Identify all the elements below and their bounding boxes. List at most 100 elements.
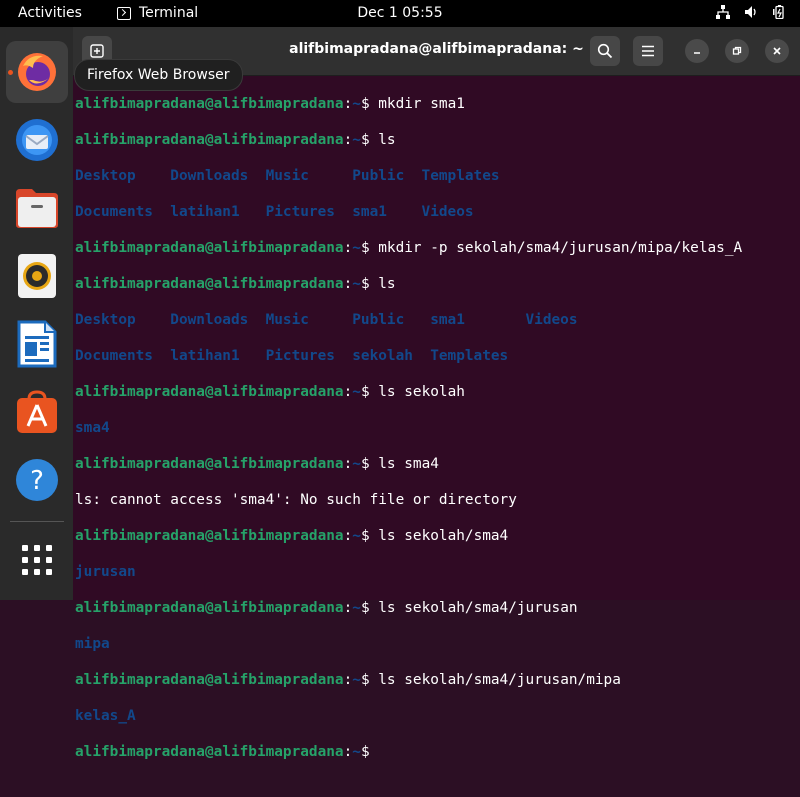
ls-output-row: sma4	[75, 420, 110, 436]
prompt-path: ~	[352, 528, 361, 544]
prompt-path: ~	[352, 96, 361, 112]
dock: ?	[0, 27, 73, 600]
prompt-symbol: $	[360, 744, 379, 760]
prompt-path: ~	[352, 384, 361, 400]
dock-writer[interactable]	[6, 313, 68, 375]
prompt-user: alifbimapradana@alifbimapradana	[75, 600, 344, 616]
prompt-sep: :	[343, 744, 353, 760]
minimize-button[interactable]	[685, 39, 709, 63]
prompt-user: alifbimapradana@alifbimapradana	[75, 744, 344, 760]
dock-thunderbird[interactable]	[6, 109, 68, 171]
restore-icon	[732, 46, 742, 55]
search-button[interactable]	[590, 36, 620, 66]
activities-button[interactable]: Activities	[18, 5, 82, 21]
menu-button[interactable]	[633, 36, 663, 66]
command-text: ls sma4	[378, 456, 439, 472]
prompt-sep: :	[343, 96, 353, 112]
new-tab-icon	[90, 44, 104, 58]
prompt-sep: :	[343, 240, 353, 256]
prompt-user: alifbimapradana@alifbimapradana	[75, 240, 344, 256]
prompt-sep: :	[343, 132, 353, 148]
prompt-sep: :	[343, 456, 353, 472]
dock-tooltip: Firefox Web Browser	[74, 59, 243, 91]
firefox-icon	[18, 53, 56, 91]
close-icon	[773, 47, 781, 55]
prompt-symbol: $	[360, 276, 379, 292]
command-text: mkdir -p sekolah/sma4/jurusan/mipa/kelas…	[378, 240, 743, 256]
writer-icon	[17, 320, 57, 368]
prompt-user: alifbimapradana@alifbimapradana	[75, 672, 344, 688]
command-text: mkdir sma1	[378, 96, 465, 112]
prompt-line: alifbimapradana@alifbimapradana:~$	[75, 743, 800, 761]
ls-output-row: Documents latihan1 Pictures sma1 Videos	[75, 204, 474, 220]
prompt-symbol: $	[360, 96, 379, 112]
prompt-user: alifbimapradana@alifbimapradana	[75, 456, 344, 472]
terminal-output[interactable]: alifbimapradana@alifbimapradana:~$ mkdir…	[75, 75, 800, 760]
command-text: ls sekolah	[378, 384, 465, 400]
command-text: ls	[378, 132, 396, 148]
prompt-sep: :	[343, 528, 353, 544]
prompt-symbol: $	[360, 528, 379, 544]
show-apps-button[interactable]	[6, 529, 68, 591]
maximize-button[interactable]	[725, 39, 749, 63]
dock-rhythmbox[interactable]	[6, 245, 68, 307]
prompt-sep: :	[343, 600, 353, 616]
dock-app-center[interactable]	[6, 381, 68, 443]
ls-output-row: Documents latihan1 Pictures sekolah Temp…	[75, 348, 509, 364]
app-menu-label: Terminal	[139, 5, 199, 21]
prompt-line: alifbimapradana@alifbimapradana:~$ ls sm…	[75, 455, 800, 473]
help-icon: ?	[16, 459, 58, 501]
minimize-icon	[694, 52, 700, 54]
prompt-path: ~	[352, 276, 361, 292]
app-menu[interactable]: Terminal	[117, 5, 198, 21]
prompt-path: ~	[352, 456, 361, 472]
running-indicator	[8, 70, 13, 75]
prompt-line: alifbimapradana@alifbimapradana:~$ ls se…	[75, 527, 800, 545]
ls-output-row: Desktop Downloads Music Public Templates	[75, 168, 500, 184]
search-icon	[597, 43, 613, 59]
prompt-path: ~	[352, 600, 361, 616]
prompt-symbol: $	[360, 600, 379, 616]
prompt-line: alifbimapradana@alifbimapradana:~$ ls	[75, 131, 800, 149]
show-apps-icon	[22, 545, 52, 575]
battery-icon	[773, 5, 784, 19]
ls-output-row: jurusan	[75, 564, 136, 580]
dock-files[interactable]	[6, 177, 68, 239]
prompt-sep: :	[343, 276, 353, 292]
prompt-line: alifbimapradana@alifbimapradana:~$ mkdir…	[75, 95, 800, 113]
prompt-user: alifbimapradana@alifbimapradana	[75, 528, 344, 544]
prompt-line: alifbimapradana@alifbimapradana:~$ mkdir…	[75, 239, 800, 257]
prompt-symbol: $	[360, 672, 379, 688]
ls-output-row: Desktop Downloads Music Public sma1 Vide…	[75, 312, 578, 328]
dock-separator	[10, 521, 64, 522]
command-text: ls sekolah/sma4/jurusan/mipa	[378, 672, 621, 688]
prompt-sep: :	[343, 384, 353, 400]
terminal-icon	[117, 6, 131, 20]
prompt-sep: :	[343, 672, 353, 688]
prompt-user: alifbimapradana@alifbimapradana	[75, 384, 344, 400]
prompt-path: ~	[352, 744, 361, 760]
hamburger-menu-icon	[642, 45, 654, 57]
prompt-line: alifbimapradana@alifbimapradana:~$ ls se…	[75, 383, 800, 401]
prompt-path: ~	[352, 240, 361, 256]
ls-output-row: mipa	[75, 636, 110, 652]
files-icon	[16, 189, 58, 228]
prompt-symbol: $	[360, 456, 379, 472]
terminal-window: alifbimapradana@alifbimapradana: ~ alifb…	[73, 27, 800, 760]
top-bar: Activities Terminal Dec 1 05:55	[0, 0, 800, 27]
dock-help[interactable]: ?	[6, 449, 68, 511]
command-text: ls sekolah/sma4/jurusan	[378, 600, 578, 616]
system-tray[interactable]	[716, 5, 786, 19]
prompt-line: alifbimapradana@alifbimapradana:~$ ls	[75, 275, 800, 293]
prompt-symbol: $	[360, 384, 379, 400]
command-text: ls sekolah/sma4	[378, 528, 509, 544]
svg-text:?: ?	[30, 466, 44, 496]
prompt-line: alifbimapradana@alifbimapradana:~$ ls se…	[75, 671, 800, 689]
dock-firefox[interactable]	[6, 41, 68, 103]
close-button[interactable]	[765, 39, 789, 63]
prompt-user: alifbimapradana@alifbimapradana	[75, 96, 344, 112]
ls-output-row: kelas_A	[75, 708, 136, 724]
prompt-path: ~	[352, 132, 361, 148]
network-icon	[716, 5, 730, 19]
prompt-symbol: $	[360, 240, 379, 256]
